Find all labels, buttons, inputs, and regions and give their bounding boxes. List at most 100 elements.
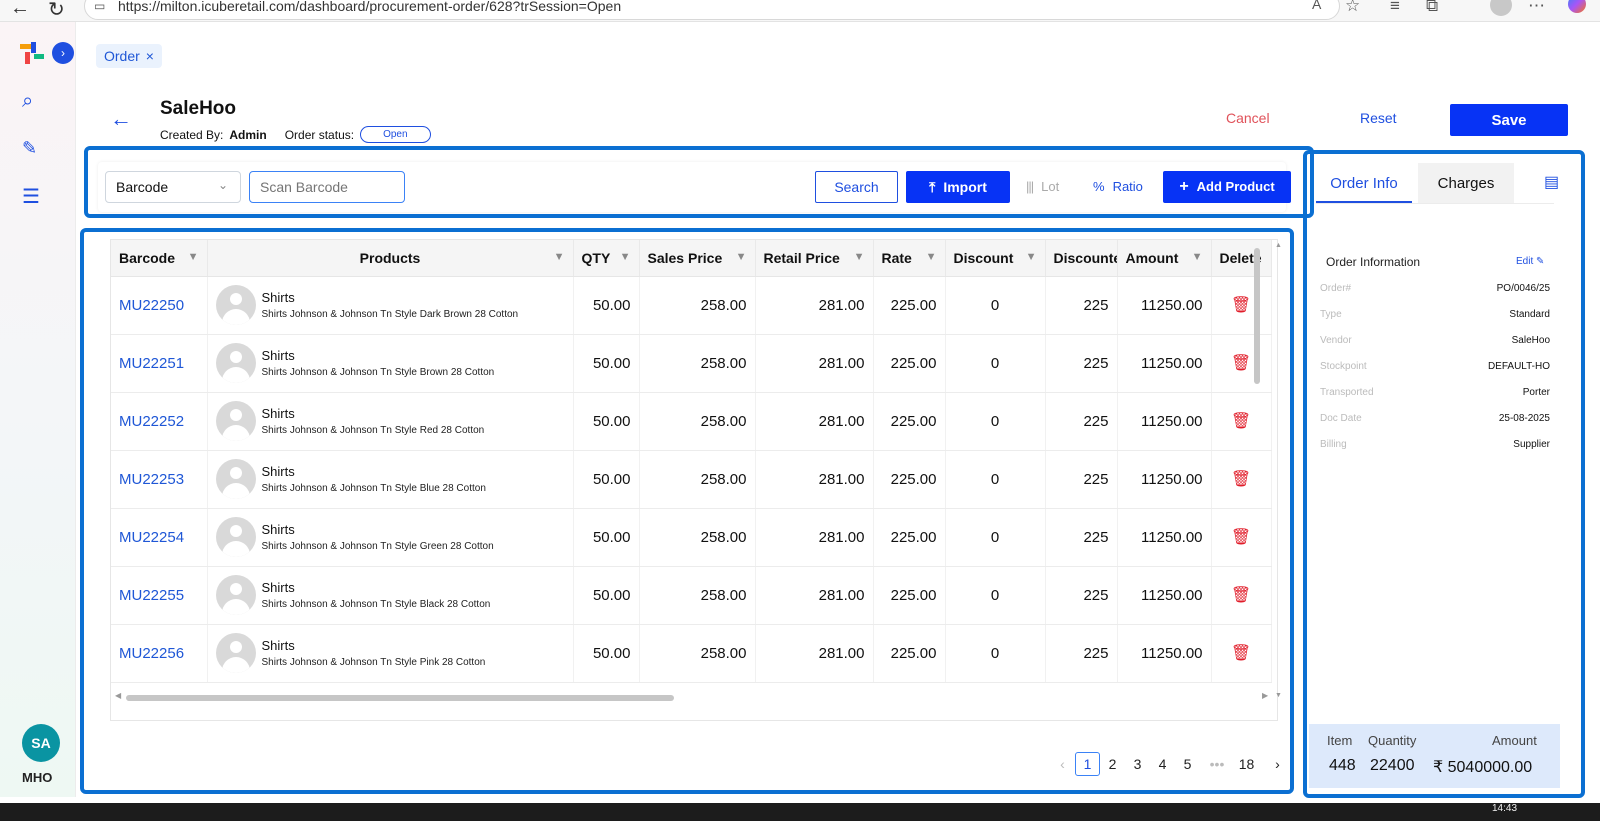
col-discounted[interactable]: Discounte [1045, 240, 1118, 277]
scan-barcode-input[interactable] [249, 171, 405, 203]
search-icon[interactable]: ⌕ [22, 90, 33, 113]
col-retail-price[interactable]: Retail Price ▼ [755, 240, 874, 277]
barcode-link[interactable]: MU22251 [111, 334, 208, 393]
qty-cell[interactable]: 50.00 [573, 334, 640, 393]
document-icon[interactable]: ▤ [1544, 172, 1559, 192]
page-last[interactable]: 18 [1234, 756, 1259, 772]
favorite-star-icon[interactable]: ☆ [1345, 0, 1360, 16]
col-qty[interactable]: QTY ▼ [573, 240, 640, 277]
qty-cell[interactable]: 50.00 [573, 624, 640, 683]
search-type-select[interactable]: Barcode ⌄ [105, 171, 241, 203]
site-info-icon[interactable]: ▭ [94, 0, 105, 13]
delete-icon[interactable]: 🗑 [1211, 450, 1272, 509]
reset-button[interactable]: Reset [1360, 110, 1397, 126]
discount-cell[interactable]: 0 [945, 276, 1046, 335]
rate-cell[interactable]: 225.00 [873, 566, 946, 625]
search-button[interactable]: Search [815, 171, 898, 203]
lot-button[interactable]: ||| Lot [1026, 179, 1059, 194]
barcode-link[interactable]: MU22256 [111, 624, 208, 683]
edit-button[interactable]: Edit ✎ [1516, 256, 1544, 267]
retail-price-cell[interactable]: 281.00 [755, 276, 874, 335]
save-button[interactable]: Save [1450, 104, 1568, 136]
rate-cell[interactable]: 225.00 [873, 624, 946, 683]
col-rate[interactable]: Rate ▼ [873, 240, 946, 277]
horizontal-scrollbar[interactable] [126, 695, 674, 701]
page-5[interactable]: 5 [1175, 756, 1200, 772]
read-aloud-icon[interactable]: A [1312, 0, 1321, 12]
scroll-down-icon[interactable]: ▼ [1275, 692, 1282, 699]
retail-price-cell[interactable]: 281.00 [755, 392, 874, 451]
filter-icon[interactable]: ▼ [926, 251, 937, 263]
back-icon[interactable]: ← [10, 0, 30, 20]
delete-icon[interactable]: 🗑 [1211, 334, 1272, 393]
filter-icon[interactable]: ▼ [1192, 251, 1203, 263]
page-4[interactable]: 4 [1150, 756, 1175, 772]
rate-cell[interactable]: 225.00 [873, 508, 946, 567]
vertical-scrollbar[interactable] [1254, 248, 1260, 384]
col-products[interactable]: Products ▼ [207, 240, 574, 277]
page-2[interactable]: 2 [1100, 756, 1125, 772]
barcode-link[interactable]: MU22255 [111, 566, 208, 625]
next-page-icon[interactable]: › [1265, 756, 1290, 772]
barcode-link[interactable]: MU22253 [111, 450, 208, 509]
add-product-button[interactable]: + Add Product [1163, 171, 1291, 203]
discount-cell[interactable]: 0 [945, 508, 1046, 567]
pin-icon[interactable]: ✎ [22, 138, 37, 159]
sales-price-cell[interactable]: 258.00 [639, 334, 756, 393]
tab-chip-order[interactable]: Order × [96, 44, 162, 68]
avatar[interactable]: SA [22, 724, 60, 762]
discount-cell[interactable]: 0 [945, 450, 1046, 509]
prev-page-icon[interactable]: ‹ [1050, 756, 1075, 772]
retail-price-cell[interactable]: 281.00 [755, 450, 874, 509]
barcode-link[interactable]: MU22252 [111, 392, 208, 451]
sales-price-cell[interactable]: 258.00 [639, 450, 756, 509]
retail-price-cell[interactable]: 281.00 [755, 566, 874, 625]
sales-price-cell[interactable]: 258.00 [639, 508, 756, 567]
tab-order-info[interactable]: Order Info [1316, 163, 1412, 203]
sales-price-cell[interactable]: 258.00 [639, 392, 756, 451]
scroll-left-icon[interactable]: ◀ [115, 691, 121, 700]
back-arrow-icon[interactable]: ← [110, 106, 132, 132]
favorites-icon[interactable]: ≡ [1390, 0, 1400, 16]
close-icon[interactable]: × [146, 48, 154, 64]
ratio-button[interactable]: % Ratio [1093, 179, 1143, 194]
rate-cell[interactable]: 225.00 [873, 276, 946, 335]
scroll-up-icon[interactable]: ▲ [1275, 242, 1282, 249]
rate-cell[interactable]: 225.00 [873, 334, 946, 393]
scroll-right-icon[interactable]: ▶ [1262, 691, 1268, 700]
sales-price-cell[interactable]: 258.00 [639, 276, 756, 335]
filter-icon[interactable]: ▼ [736, 251, 747, 263]
url-text[interactable]: https://milton.icuberetail.com/dashboard… [118, 0, 621, 14]
retail-price-cell[interactable]: 281.00 [755, 334, 874, 393]
reload-icon[interactable]: ↻ [48, 0, 65, 22]
discount-cell[interactable]: 0 [945, 334, 1046, 393]
delete-icon[interactable]: 🗑 [1211, 566, 1272, 625]
col-discount[interactable]: Discount ▼ [945, 240, 1046, 277]
extensions-icon[interactable]: ⧉ [1426, 0, 1438, 16]
discount-cell[interactable]: 0 [945, 624, 1046, 683]
barcode-link[interactable]: MU22254 [111, 508, 208, 567]
sales-price-cell[interactable]: 258.00 [639, 624, 756, 683]
import-button[interactable]: ⤒ Import [906, 171, 1010, 203]
more-icon[interactable]: ⋯ [1528, 0, 1545, 16]
discount-cell[interactable]: 0 [945, 566, 1046, 625]
qty-cell[interactable]: 50.00 [573, 450, 640, 509]
rate-cell[interactable]: 225.00 [873, 450, 946, 509]
col-barcode[interactable]: Barcode ▼ [111, 240, 208, 277]
qty-cell[interactable]: 50.00 [573, 276, 640, 335]
delete-icon[interactable]: 🗑 [1211, 392, 1272, 451]
filter-icon[interactable]: ▼ [620, 251, 631, 263]
col-amount[interactable]: Amount ▼ [1117, 240, 1212, 277]
retail-price-cell[interactable]: 281.00 [755, 508, 874, 567]
delete-icon[interactable]: 🗑 [1211, 624, 1272, 683]
filter-icon[interactable]: ▼ [854, 251, 865, 263]
col-sales-price[interactable]: Sales Price ▼ [639, 240, 756, 277]
filter-icon[interactable]: ▼ [554, 251, 565, 263]
delete-icon[interactable]: 🗑 [1211, 508, 1272, 567]
delete-icon[interactable]: 🗑 [1211, 276, 1272, 335]
filter-icon[interactable]: ▼ [1026, 251, 1037, 263]
sales-price-cell[interactable]: 258.00 [639, 566, 756, 625]
page-3[interactable]: 3 [1125, 756, 1150, 772]
qty-cell[interactable]: 50.00 [573, 392, 640, 451]
sidebar-expand-icon[interactable]: › [52, 42, 74, 64]
